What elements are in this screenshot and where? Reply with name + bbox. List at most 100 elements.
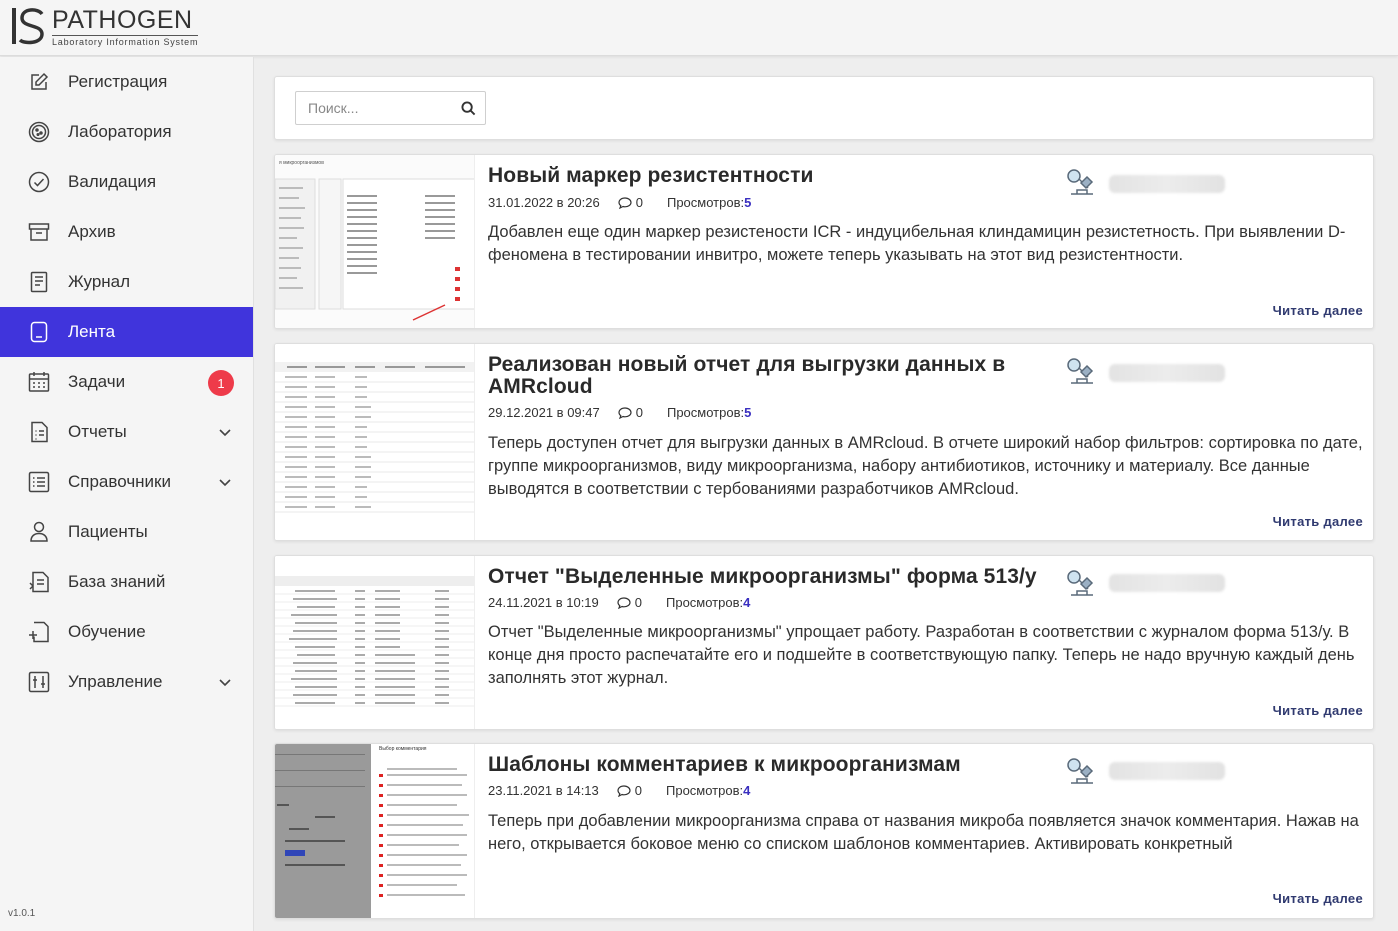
microscope-icon [1065, 756, 1097, 786]
read-more-link[interactable]: Читать далее [1273, 303, 1363, 318]
sidebar-item-reports[interactable]: Отчеты [0, 407, 253, 457]
post-comments: 0 [618, 195, 643, 210]
sidebar-item-label: Задачи [68, 372, 126, 391]
knowledge-base-icon [27, 570, 51, 594]
post-thumbnail[interactable]: я микроорганизмов [275, 155, 475, 328]
search-input[interactable] [308, 100, 458, 116]
comment-icon [618, 196, 632, 209]
svg-text:Выбор комментария: Выбор комментария [379, 746, 427, 752]
sliders-icon [27, 670, 51, 694]
search-icon[interactable] [461, 101, 476, 116]
read-more-link[interactable]: Читать далее [1273, 703, 1363, 718]
tasks-count-badge: 1 [208, 370, 234, 396]
comment-icon [618, 406, 632, 419]
sidebar-item-label: Валидация [68, 172, 157, 191]
comment-count: 0 [635, 405, 643, 420]
post-comments: 0 [618, 405, 643, 420]
post-title[interactable]: Отчет "Выделенные микроорганизмы" форма … [488, 566, 1048, 588]
journal-icon [27, 270, 51, 294]
post-comments: 0 [617, 783, 642, 798]
app-name: PATHOGEN [52, 6, 193, 34]
app-subtitle: Laboratory Information System [52, 35, 199, 47]
petri-dish-icon [27, 120, 51, 144]
archive-icon [27, 220, 51, 244]
sidebar-item-label: Отчеты [68, 422, 127, 441]
read-more-link[interactable]: Читать далее [1273, 891, 1363, 906]
read-more-link[interactable]: Читать далее [1273, 514, 1363, 529]
svg-text:я микроорганизмов: я микроорганизмов [279, 160, 324, 166]
feed-icon [27, 320, 51, 344]
app-version: v1.0.1 [8, 908, 36, 919]
sidebar-item-journal[interactable]: Журнал [0, 257, 253, 307]
news-card: Реализован новый отчет для выгрузки данн… [274, 343, 1374, 541]
post-text: Добавлен еще один маркер резистености IC… [488, 223, 1346, 264]
microscope-icon [1065, 568, 1097, 598]
search-box [295, 91, 486, 125]
post-thumbnail[interactable] [275, 556, 475, 729]
post-comments: 0 [617, 595, 642, 610]
post-title[interactable]: Реализован новый отчет для выгрузки данн… [488, 354, 1048, 398]
post-meta: 29.12.2021 в 09:47 0 Просмотров: 5 [488, 405, 751, 420]
sidebar-item-label: Пациенты [68, 522, 148, 541]
microscope-icon [1065, 167, 1097, 197]
sidebar-item-label: Архив [68, 222, 116, 241]
sidebar-item-label: Лаборатория [68, 122, 172, 141]
views-count: 4 [743, 783, 751, 798]
comment-count: 0 [634, 595, 642, 610]
post-title[interactable]: Шаблоны комментариев к микроорганизмам [488, 754, 1048, 776]
post-date: 31.01.2022 в 20:26 [488, 195, 600, 210]
views-count: 4 [743, 595, 751, 610]
news-card: Выбор комментария Шаблоны комментариев к… [274, 743, 1374, 919]
calendar-icon [27, 370, 51, 394]
sidebar-item-label: Обучение [68, 622, 146, 641]
sidebar-item-tasks[interactable]: Задачи 1 [0, 357, 253, 407]
microscope-icon [1065, 356, 1097, 386]
app-logo[interactable]: PATHOGEN Laboratory Information System [10, 6, 199, 47]
user-icon [27, 520, 51, 544]
sidebar-item-label: Журнал [68, 272, 131, 291]
sidebar-item-label: Управление [68, 672, 163, 691]
sidebar-item-archive[interactable]: Архив [0, 207, 253, 257]
sidebar-item-laboratory[interactable]: Лаборатория [0, 107, 253, 157]
list-icon [27, 470, 51, 494]
sidebar-item-validation[interactable]: Валидация [0, 157, 253, 207]
post-date: 24.11.2021 в 10:19 [488, 595, 599, 610]
views-label: Просмотров: [666, 195, 745, 210]
sidebar-item-knowledge-base[interactable]: База знаний [0, 557, 253, 607]
post-thumbnail[interactable]: Выбор комментария [275, 744, 475, 918]
sidebar-item-management[interactable]: Управление [0, 657, 253, 707]
views-count: 5 [744, 405, 752, 420]
comment-count: 0 [635, 195, 643, 210]
sidebar-item-directories[interactable]: Справочники [0, 457, 253, 507]
sidebar-item-learning[interactable]: Обучение [0, 607, 253, 657]
post-date: 29.12.2021 в 09:47 [488, 405, 600, 420]
sidebar-item-feed[interactable]: Лента [0, 307, 253, 357]
author-name-blurred [1109, 175, 1225, 193]
search-panel [274, 76, 1374, 140]
chevron-down-icon[interactable] [217, 674, 233, 690]
views-label: Просмотров: [666, 783, 744, 798]
news-card: Отчет "Выделенные микроорганизмы" форма … [274, 555, 1374, 730]
sidebar-item-registration[interactable]: Регистрация [0, 57, 253, 107]
author-name-blurred [1109, 364, 1225, 382]
app-header: PATHOGEN Laboratory Information System [0, 0, 1398, 56]
post-title[interactable]: Новый маркер резистентности [488, 165, 1048, 187]
report-icon [27, 420, 51, 444]
post-text: Отчет "Выделенные микроорганизмы" упроща… [488, 623, 1355, 687]
post-meta: 23.11.2021 в 14:13 0 Просмотров: 4 [488, 783, 750, 798]
views-label: Просмотров: [666, 405, 745, 420]
sidebar-item-label: Справочники [68, 472, 171, 491]
post-thumbnail[interactable] [275, 344, 475, 540]
post-date: 23.11.2021 в 14:13 [488, 783, 599, 798]
post-text: Теперь при добавлении микроорганизма спр… [488, 812, 1359, 853]
sidebar-item-label: База знаний [68, 572, 166, 591]
news-card: я микроорганизмов Новый маркер резистент… [274, 154, 1374, 329]
post-meta: 31.01.2022 в 20:26 0 Просмотров: 5 [488, 195, 751, 210]
chevron-down-icon[interactable] [217, 474, 233, 490]
logo-icon [10, 6, 44, 46]
comment-icon [617, 784, 631, 797]
sidebar-item-patients[interactable]: Пациенты [0, 507, 253, 557]
comment-count: 0 [634, 783, 642, 798]
sidebar-item-label: Регистрация [68, 72, 168, 91]
chevron-down-icon[interactable] [217, 424, 233, 440]
